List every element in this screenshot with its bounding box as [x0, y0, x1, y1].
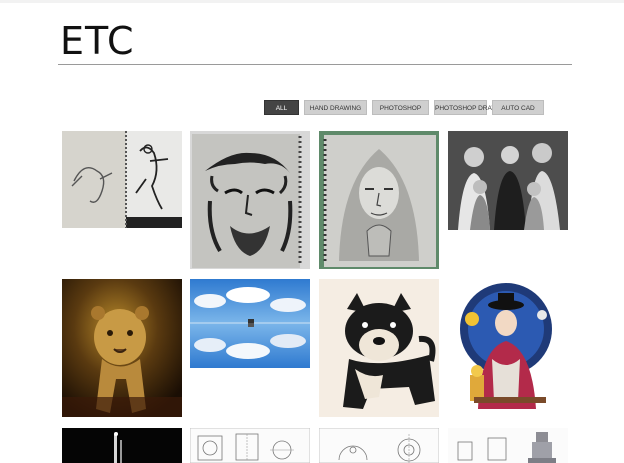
gallery-item-cad-1[interactable]: [190, 428, 310, 463]
filter-all-button[interactable]: ALL: [264, 100, 299, 115]
filter-bar: ALL HAND DRAWING PHOTOSHOP PHOTOSHOP DRA…: [264, 100, 544, 115]
gallery-item-lion-cub[interactable]: [62, 279, 182, 417]
gallery-item-jesus-sketch[interactable]: [190, 131, 310, 269]
gallery-item-family-photo[interactable]: [448, 131, 568, 230]
filter-photoshop-drawing-button[interactable]: PHOTOSHOP DRAWING: [434, 100, 509, 115]
gallery-item-cad-2[interactable]: [319, 428, 439, 463]
vintage-family-photo-image: [448, 131, 568, 230]
title-divider: [58, 64, 572, 65]
korean-traditional-figure-illustration-image: [448, 279, 568, 417]
jesus-crown-of-thorns-sketch-image: [190, 131, 310, 269]
gallery-item-korean-figure[interactable]: [448, 279, 568, 417]
cad-drawing-3-image: [448, 428, 568, 463]
filter-hand-drawing-button[interactable]: HAND DRAWING: [304, 100, 367, 115]
cad-drawing-2-image: [319, 428, 439, 463]
praying-mary-sketch-image: [319, 131, 439, 269]
filter-photoshop-button[interactable]: PHOTOSHOP: [372, 100, 429, 115]
lion-cub-painting-image: [62, 279, 182, 417]
gallery-item-mary-sketch[interactable]: [319, 131, 439, 269]
shiba-dog-illustration-image: [319, 279, 439, 417]
dark-night-scene-image: [62, 428, 182, 463]
cad-drawing-1-image: [190, 428, 310, 463]
page-title: ETC: [60, 19, 135, 63]
top-strip: [0, 0, 624, 3]
salt-flat-sky-reflection-image: [190, 279, 310, 368]
gallery-item-night-scene[interactable]: [62, 428, 182, 463]
gallery-item-sky-reflection[interactable]: [190, 279, 310, 368]
gallery-item-sketch-figures[interactable]: [62, 131, 182, 228]
pencil-sketch-figures-image: [62, 131, 182, 228]
gallery-item-shiba-dog[interactable]: [319, 279, 439, 417]
gallery-item-cad-3[interactable]: [448, 428, 568, 463]
filter-auto-cad-button[interactable]: AUTO CAD: [492, 100, 544, 115]
